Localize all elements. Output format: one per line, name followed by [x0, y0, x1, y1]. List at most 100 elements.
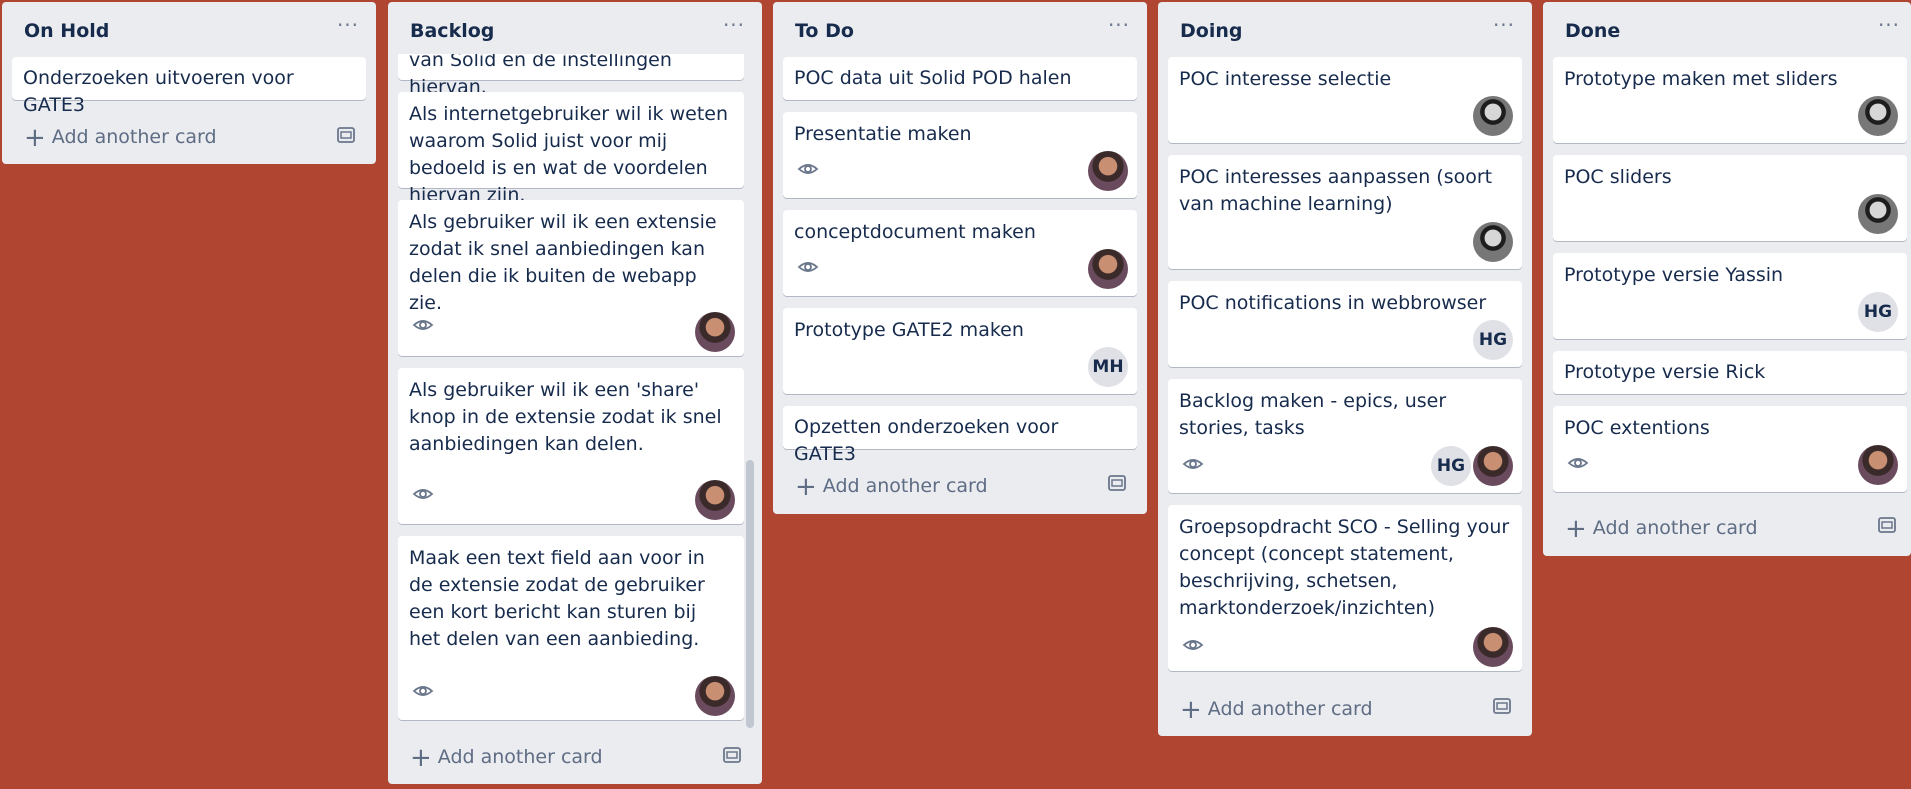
member-avatar[interactable] — [1088, 151, 1128, 191]
list-menu-button[interactable]: ··· — [1105, 14, 1133, 42]
list-title[interactable]: Backlog — [410, 20, 494, 42]
watch-eye-icon — [797, 262, 819, 272]
card-title: POC interesses aanpassen (soort van mach… — [1179, 166, 1493, 215]
member-avatar[interactable] — [1088, 249, 1128, 289]
member-avatar[interactable] — [1858, 96, 1898, 136]
card[interactable]: Als gebruiker wil ik een 'share' knop in… — [398, 368, 744, 524]
card[interactable]: Presentatie maken — [783, 112, 1137, 198]
list-to-do: To Do ··· POC data uit Solid POD halen P… — [773, 2, 1147, 514]
add-card-button[interactable]: + Add another card — [1565, 514, 1758, 544]
list-backlog: Backlog ··· van Solid en de instellingen… — [388, 2, 762, 784]
card-template-icon[interactable] — [1492, 697, 1512, 715]
card-template-icon[interactable] — [1877, 516, 1897, 534]
card[interactable]: Als internetgebruiker wil ik weten waaro… — [398, 92, 744, 206]
card[interactable]: Prototype GATE2 maken MH — [783, 308, 1137, 394]
card[interactable]: Opzetten onderzoeken voor GATE3 — [783, 406, 1137, 465]
card-title: Opzetten onderzoeken voor GATE3 — [794, 416, 1059, 465]
add-card-button[interactable]: + Add another card — [24, 123, 217, 153]
plus-icon: + — [24, 123, 46, 153]
card-title: Prototype GATE2 maken — [794, 319, 1024, 341]
member-avatar[interactable] — [695, 676, 735, 716]
card[interactable]: Prototype versie Yassin HG — [1553, 253, 1907, 339]
member-avatar[interactable]: MH — [1088, 347, 1128, 387]
add-card-button[interactable]: + Add another card — [795, 472, 988, 502]
card[interactable]: POC sliders — [1553, 155, 1907, 241]
list-title[interactable]: Doing — [1180, 20, 1242, 42]
card-title: Backlog maken - epics, user stories, tas… — [1179, 390, 1447, 439]
card[interactable]: van Solid en de instellingen hiervan. — [398, 54, 744, 98]
list-scrollbar[interactable] — [746, 460, 754, 728]
card-template-icon[interactable] — [1107, 474, 1127, 492]
plus-icon: + — [795, 472, 817, 502]
card-title: POC data uit Solid POD halen — [794, 67, 1072, 89]
list-doing: Doing ··· POC interesse selectie POC int… — [1158, 2, 1532, 736]
card[interactable]: POC data uit Solid POD halen — [783, 57, 1137, 100]
member-avatar[interactable] — [695, 312, 735, 352]
plus-icon: + — [1180, 695, 1202, 725]
member-avatar[interactable] — [1858, 445, 1898, 485]
list-header[interactable]: On Hold ··· — [2, 2, 376, 54]
member-avatar[interactable]: HG — [1473, 320, 1513, 360]
card-title: POC notifications in webbrowser — [1179, 292, 1487, 314]
card-title: conceptdocument maken — [794, 221, 1036, 243]
list-done: Done ··· Prototype maken met sliders POC… — [1543, 2, 1911, 556]
card[interactable]: Prototype versie Rick — [1553, 351, 1907, 394]
card-title: Maak een text field aan voor in de exten… — [409, 547, 705, 650]
watch-eye-icon — [412, 686, 434, 696]
plus-icon: + — [1565, 514, 1587, 544]
list-header[interactable]: Backlog ··· — [388, 2, 762, 54]
member-avatar[interactable] — [1473, 627, 1513, 667]
watch-eye-icon — [412, 320, 434, 330]
card-title: POC extentions — [1564, 417, 1710, 439]
watch-eye-icon — [412, 489, 434, 499]
member-avatar[interactable] — [1473, 446, 1513, 486]
list-header[interactable]: Doing ··· — [1158, 2, 1532, 54]
watch-eye-icon — [1182, 640, 1204, 650]
card[interactable]: Maak een text field aan voor in de exten… — [398, 536, 744, 720]
card-title: Prototype maken met sliders — [1564, 68, 1838, 90]
card-list: van Solid en de instellingen hiervan. Al… — [398, 54, 744, 734]
card[interactable]: POC interesses aanpassen (soort van mach… — [1168, 155, 1522, 269]
list-menu-button[interactable]: ··· — [1875, 14, 1903, 42]
card[interactable]: POC extentions — [1553, 406, 1907, 492]
card[interactable]: Als gebruiker wil ik een extensie zodat … — [398, 200, 744, 356]
member-avatar[interactable]: HG — [1858, 292, 1898, 332]
card[interactable]: POC interesse selectie — [1168, 57, 1522, 143]
card[interactable]: Prototype maken met sliders — [1553, 57, 1907, 143]
card-title: Als gebruiker wil ik een extensie zodat … — [409, 211, 717, 314]
card-title: Groepsopdracht SCO - Selling your concep… — [1179, 516, 1510, 619]
list-menu-button[interactable]: ··· — [720, 14, 748, 42]
list-title[interactable]: To Do — [795, 20, 854, 42]
member-avatar[interactable] — [1858, 194, 1898, 234]
add-card-label: Add another card — [437, 746, 603, 768]
member-avatar[interactable] — [1473, 222, 1513, 262]
add-card-label: Add another card — [51, 126, 217, 148]
add-card-button[interactable]: + Add another card — [1180, 695, 1373, 725]
card[interactable]: POC notifications in webbrowser HG — [1168, 281, 1522, 367]
list-menu-button[interactable]: ··· — [1490, 14, 1518, 42]
card[interactable]: Groepsopdracht SCO - Selling your concep… — [1168, 505, 1522, 671]
watch-eye-icon — [1567, 458, 1589, 468]
add-card-label: Add another card — [1207, 698, 1373, 720]
list-title[interactable]: On Hold — [24, 20, 109, 42]
card[interactable]: Onderzoeken uitvoeren voor GATE3 — [12, 57, 366, 116]
member-avatar[interactable] — [1473, 96, 1513, 136]
list-header[interactable]: Done ··· — [1543, 2, 1911, 54]
card-title: Presentatie maken — [794, 123, 972, 145]
list-title[interactable]: Done — [1565, 20, 1620, 42]
card-template-icon[interactable] — [722, 746, 742, 764]
add-card-label: Add another card — [1592, 517, 1758, 539]
card-title: Prototype versie Rick — [1564, 361, 1766, 383]
card-title: POC interesse selectie — [1179, 68, 1392, 90]
card[interactable]: conceptdocument maken — [783, 210, 1137, 296]
plus-icon: + — [410, 743, 432, 773]
card-title: Als gebruiker wil ik een 'share' knop in… — [409, 379, 722, 455]
list-menu-button[interactable]: ··· — [334, 14, 362, 42]
card-template-icon[interactable] — [336, 126, 356, 144]
card-title: Als internetgebruiker wil ik weten waaro… — [409, 103, 729, 206]
list-header[interactable]: To Do ··· — [773, 2, 1147, 54]
card[interactable]: Backlog maken - epics, user stories, tas… — [1168, 379, 1522, 493]
member-avatar[interactable]: HG — [1431, 446, 1471, 486]
add-card-button[interactable]: + Add another card — [410, 743, 603, 773]
member-avatar[interactable] — [695, 480, 735, 520]
